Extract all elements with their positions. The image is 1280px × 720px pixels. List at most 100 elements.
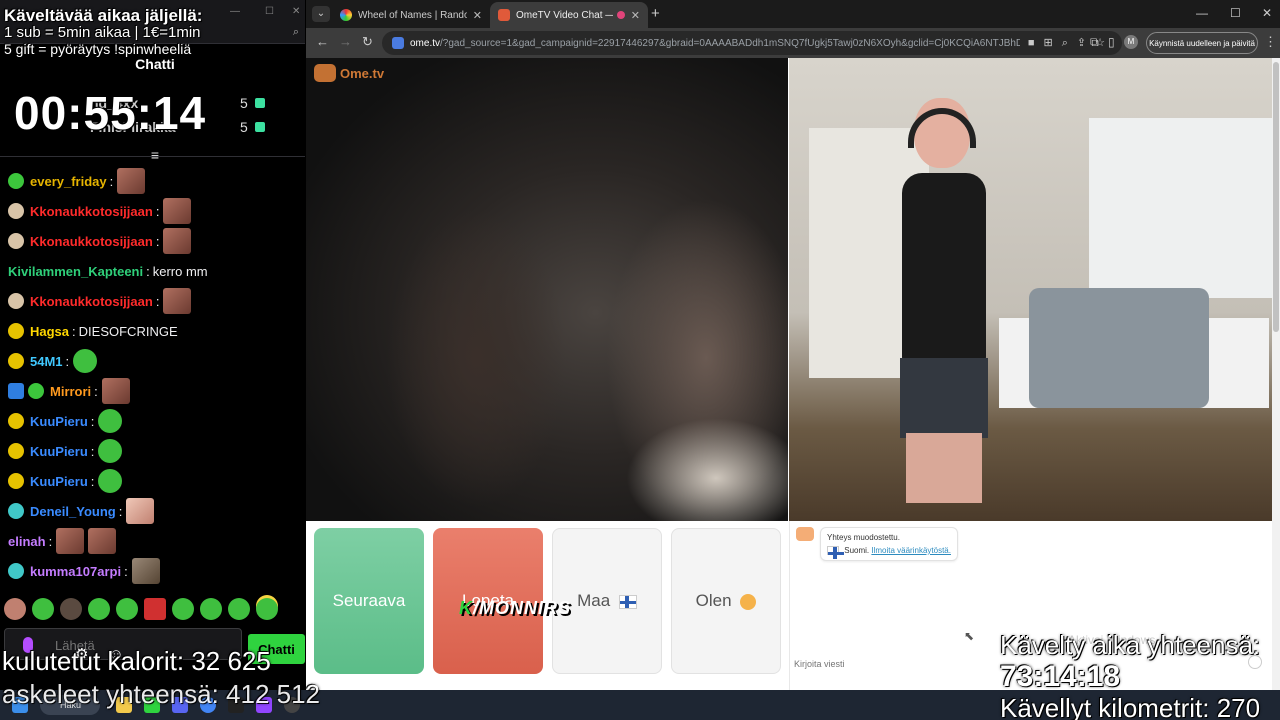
tab-search-icon[interactable]: ⌄ [312,6,330,22]
restart-update-button[interactable]: Käynnistä uudelleen ja päivitä [1146,32,1258,54]
calories-counter: kulutetut kalorit: 32 625 [2,646,271,676]
chat-username[interactable]: KuuPieru [30,474,88,489]
chat-username[interactable]: Kivilammen_Kapteeni [8,264,143,279]
gender-label: Olen [695,591,732,610]
camera-icon[interactable]: ■ [1028,37,1044,49]
close-tab-icon[interactable]: ✕ [473,9,482,22]
page-scrollbar[interactable] [1272,58,1280,690]
forward-icon[interactable]: → [339,34,352,49]
minimize-icon[interactable]: — [230,6,240,17]
ometv-logo-icon [314,64,336,82]
frog-emote-icon[interactable] [88,598,110,620]
mouse-cursor-icon: ⬉ [964,629,975,643]
sub-badge-icon [8,353,24,369]
close-icon[interactable]: ✕ [292,6,300,17]
system-message: Yhteys muodostettu. Suomi. Ilmoita vääri… [796,527,958,561]
frog-emote-icon[interactable] [228,598,250,620]
finland-flag-icon [618,594,637,609]
emote-bar [0,594,305,624]
tab-ometv[interactable]: OmeTV Video Chat — Ome ✕ [490,2,648,28]
profile-avatar[interactable]: M [1124,35,1138,49]
maximize-icon[interactable]: ☐ [1230,6,1241,20]
search-icon[interactable]: ⌕ [293,26,299,39]
minimize-icon[interactable]: — [1196,6,1208,20]
emote-icon [56,528,85,554]
chat-message: Kivilammen_Kapteeni: kerro mm [8,263,208,279]
sub-badge-icon [8,503,24,519]
gift-rule-text: 5 gift = pyöräytys !spinwheeliä [4,41,192,57]
chat-username[interactable]: Kkonaukkotosijjaan [30,294,153,309]
sub-badge-icon [8,443,24,459]
chat-username[interactable]: every_friday [30,174,107,189]
maximize-icon[interactable]: ☐ [265,6,274,17]
tab-title: OmeTV Video Chat — Ome [516,9,613,21]
chat-message: 54M1: [8,346,98,376]
ometv-logo[interactable]: Ome.tv [314,64,384,82]
next-button[interactable]: Seuraava [314,528,424,674]
gender-button[interactable]: Olen [671,528,781,674]
country-label: Maa [577,591,611,610]
scrollbar-thumb[interactable] [1273,62,1279,332]
emote-icon[interactable] [144,598,166,620]
menu-icon[interactable]: ⋮ [1264,34,1277,50]
emote-icon [126,498,155,524]
frog-emote-icon[interactable] [200,598,222,620]
angel-frog-emote-icon[interactable] [256,598,278,620]
chat-username[interactable]: Mirrori [50,384,91,399]
chat-message: Kkonaukkotosijjaan: [8,226,192,256]
tab-wheel-of-names[interactable]: Wheel of Names | Random nam ✕ [332,2,490,28]
chat-message: Kkonaukkotosijjaan: [8,196,192,226]
recording-icon [616,11,625,19]
omnibox-icons: ■⊞⌕⇪☆ [1020,36,1122,50]
translate-icon[interactable]: ⊞ [1044,37,1062,49]
chat-username[interactable]: KuuPieru [30,414,88,429]
countdown-timer: 00:55:14 [14,87,207,139]
sub-badge-icon [8,473,24,489]
extensions-icon[interactable]: ⧉ [1090,35,1099,50]
collapse-icon[interactable]: ≡ [146,148,164,162]
chat-username[interactable]: Deneil_Young [30,504,116,519]
sub-badge-icon [8,233,24,249]
emote-icon[interactable] [4,598,26,620]
address-bar[interactable]: ome.tv /?gad_source=1&gad_campaignid=229… [382,31,1122,55]
close-icon[interactable]: ✕ [1262,6,1272,20]
chat-username[interactable]: KuuPieru [30,444,88,459]
frog-emote-icon[interactable] [116,598,138,620]
chat-title: Chatti [135,56,175,72]
sub-badge-icon [8,173,24,189]
window [1089,118,1279,298]
video-figure [626,418,788,521]
chat-username[interactable]: kumma107arpi [30,564,121,579]
report-abuse-link[interactable]: Ilmoita väärinkäytöstä. [871,546,951,555]
reload-icon[interactable]: ↻ [362,34,373,50]
sub-badge-icon [8,293,24,309]
self-video [789,58,1280,521]
sub-badge-icon [8,323,24,339]
frog-emote-icon[interactable] [32,598,54,620]
chat-message: kumma107arpi: [8,556,160,586]
new-tab-icon[interactable]: + [651,5,660,22]
frog-emote-icon [98,409,123,433]
pinned-count: 5 [240,95,248,111]
walked-total-time: 73:14:18 [1000,660,1121,693]
watermark-k: K [459,598,473,618]
browser-toolbar: ← → ↻ ome.tv /?gad_source=1&gad_campaign… [306,28,1280,58]
gem-icon [255,98,265,108]
emote-icon[interactable] [60,598,82,620]
chat-username[interactable]: Kkonaukkotosijjaan [30,234,153,249]
chat-username[interactable]: Kkonaukkotosijjaan [30,204,153,219]
chat-message: every_friday: [8,166,146,196]
frog-emote-icon [98,439,123,463]
zoom-icon[interactable]: ⌕ [1062,37,1077,49]
frog-emote-icon[interactable] [172,598,194,620]
back-icon[interactable]: ← [316,34,329,49]
chat-username[interactable]: elinah [8,534,46,549]
chat-username[interactable]: Hagsa [30,324,69,339]
url-path: /?gad_source=1&gad_campaignid=2291744629… [440,37,1020,49]
sidebar-icon[interactable]: ▯ [1108,35,1115,49]
emote-icon [163,198,192,224]
frog-emote-icon [98,469,123,493]
chat-username[interactable]: 54M1 [30,354,63,369]
close-tab-icon[interactable]: ✕ [631,9,640,22]
site-info-icon[interactable] [392,37,404,49]
